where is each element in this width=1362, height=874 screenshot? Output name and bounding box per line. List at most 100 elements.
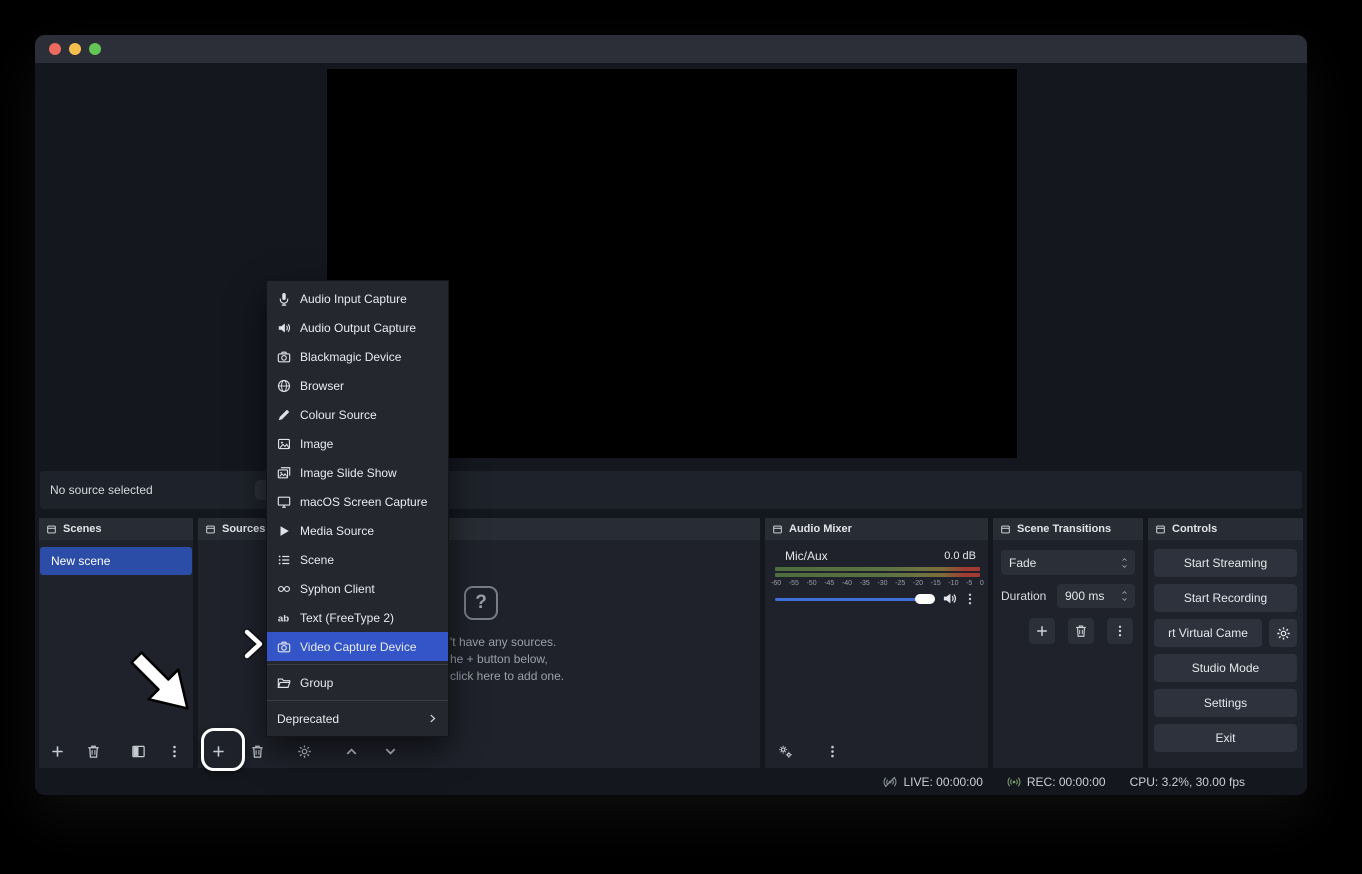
sources-dock-title: Sources	[222, 523, 265, 535]
speaker-icon	[277, 321, 291, 335]
dock-icon	[46, 524, 57, 535]
menu-item-scene[interactable]: Scene	[267, 545, 448, 574]
scene-menu-button[interactable]	[163, 738, 186, 764]
menu-item-group[interactable]: Group	[267, 668, 448, 697]
tick-label: -60	[771, 580, 781, 587]
volume-slider-track	[775, 598, 935, 601]
rec-status: REC: 00:00:00	[1007, 775, 1106, 789]
cpu-usage: CPU: 3.2%, 30.00 fps	[1130, 775, 1245, 789]
sources-dock-toolbar	[198, 734, 760, 768]
menu-item-video-capture-device[interactable]: Video Capture Device	[267, 632, 448, 661]
annotation-highlight-circle	[201, 728, 245, 771]
menu-item-label: Video Capture Device	[300, 640, 417, 654]
menu-item-syphon-client[interactable]: Syphon Client	[267, 574, 448, 603]
remove-source-button[interactable]	[244, 738, 270, 764]
duration-input[interactable]: 900 ms	[1057, 584, 1135, 608]
tick-label: -10	[948, 580, 958, 587]
tick-label: -45	[824, 580, 834, 587]
volume-slider[interactable]	[775, 593, 935, 605]
chevron-up-icon[interactable]	[1120, 589, 1129, 596]
menu-item-audio-output-capture[interactable]: Audio Output Capture	[267, 313, 448, 342]
menu-item-macos-screen-capture[interactable]: macOS Screen Capture	[267, 487, 448, 516]
remove-scene-button[interactable]	[82, 738, 105, 764]
start-streaming-button[interactable]: Start Streaming	[1154, 549, 1297, 577]
source-properties-button[interactable]	[291, 738, 317, 764]
settings-button[interactable]: Settings	[1154, 689, 1297, 717]
list-icon	[277, 553, 291, 567]
mic-icon	[277, 292, 291, 306]
move-source-down-button[interactable]	[377, 738, 403, 764]
source-toolbar: No source selected	[40, 471, 1302, 509]
add-scene-button[interactable]	[46, 738, 69, 764]
menu-separator	[267, 700, 448, 701]
meter-bar	[775, 573, 980, 577]
exit-button[interactable]: Exit	[1154, 724, 1297, 752]
virtual-camera-settings-button[interactable]	[1269, 619, 1297, 647]
status-bar: LIVE: 00:00:00 REC: 00:00:00 CPU: 3.2%, …	[35, 768, 1307, 795]
channel-menu-button[interactable]	[961, 590, 979, 608]
text-icon	[277, 611, 291, 625]
transition-select[interactable]: Fade	[1001, 550, 1135, 575]
menu-item-browser[interactable]: Browser	[267, 371, 448, 400]
annotation-chevron-icon	[240, 628, 266, 660]
display-icon	[277, 495, 291, 509]
advanced-audio-button[interactable]	[772, 738, 798, 764]
chevron-down-icon[interactable]	[1120, 596, 1129, 603]
mute-button[interactable]	[942, 591, 957, 606]
scene-transitions-dock-header[interactable]: Scene Transitions	[993, 518, 1143, 540]
volume-slider-handle[interactable]	[915, 594, 935, 604]
audio-mixer-dock: Audio Mixer Mic/Aux 0.0 dB -60 -55 -50 -…	[765, 518, 988, 768]
start-virtual-camera-button[interactable]: rt Virtual Came	[1154, 619, 1262, 647]
zoom-button[interactable]	[89, 43, 101, 55]
camera-icon	[277, 350, 291, 364]
close-button[interactable]	[49, 43, 61, 55]
chevron-down-icon	[1120, 563, 1129, 570]
menu-item-blackmagic-device[interactable]: Blackmagic Device	[267, 342, 448, 371]
mixer-menu-button[interactable]	[819, 738, 845, 764]
audio-mixer-toolbar	[765, 734, 988, 768]
mixer-channel: Mic/Aux 0.0 dB -60 -55 -50 -45 -40 -35 -…	[765, 540, 988, 734]
remove-transition-button[interactable]	[1068, 618, 1094, 644]
question-icon: ?	[464, 586, 498, 620]
tick-label: -30	[877, 580, 887, 587]
folder-icon	[277, 676, 291, 690]
tick-label: -15	[931, 580, 941, 587]
move-source-up-button[interactable]	[338, 738, 364, 764]
add-source-menu: Audio Input Capture Audio Output Capture…	[266, 280, 449, 737]
add-transition-button[interactable]	[1029, 618, 1055, 644]
menu-item-label: macOS Screen Capture	[300, 495, 427, 509]
rec-time: REC: 00:00:00	[1027, 775, 1106, 789]
audio-mixer-dock-header[interactable]: Audio Mixer	[765, 518, 988, 540]
menu-item-deprecated[interactable]: Deprecated	[267, 704, 448, 733]
empty-state-line[interactable]: click here to add one.	[450, 668, 564, 685]
scenes-dock-header[interactable]: Scenes	[39, 518, 193, 540]
menu-item-label: Group	[300, 676, 333, 690]
menu-item-colour-source[interactable]: Colour Source	[267, 400, 448, 429]
menu-item-audio-input-capture[interactable]: Audio Input Capture	[267, 284, 448, 313]
controls-dock-header[interactable]: Controls	[1148, 518, 1303, 540]
menu-item-image-slide-show[interactable]: Image Slide Show	[267, 458, 448, 487]
scene-filters-button[interactable]	[127, 738, 150, 764]
transition-menu-button[interactable]	[1107, 618, 1133, 644]
play-icon	[277, 524, 291, 538]
dock-icon	[205, 524, 216, 535]
duration-value: 900 ms	[1065, 589, 1104, 603]
minimize-button[interactable]	[69, 43, 81, 55]
image-icon	[277, 437, 291, 451]
studio-mode-button[interactable]: Studio Mode	[1154, 654, 1297, 682]
scenes-dock: Scenes New scene	[39, 518, 193, 768]
titlebar[interactable]	[35, 35, 1307, 63]
start-recording-button[interactable]: Start Recording	[1154, 584, 1297, 612]
cpu-status: CPU: 3.2%, 30.00 fps	[1130, 775, 1245, 789]
scene-list-item[interactable]: New scene	[40, 547, 192, 575]
menu-item-text-freetype2[interactable]: Text (FreeType 2)	[267, 603, 448, 632]
chevron-up-icon	[1120, 556, 1129, 563]
menu-item-image[interactable]: Image	[267, 429, 448, 458]
live-time: LIVE: 00:00:00	[903, 775, 982, 789]
dock-icon	[1155, 524, 1166, 535]
menu-item-label: Deprecated	[277, 712, 339, 726]
transition-value: Fade	[1009, 556, 1036, 570]
tick-label: -35	[860, 580, 870, 587]
menu-item-media-source[interactable]: Media Source	[267, 516, 448, 545]
menu-item-label: Colour Source	[300, 408, 377, 422]
